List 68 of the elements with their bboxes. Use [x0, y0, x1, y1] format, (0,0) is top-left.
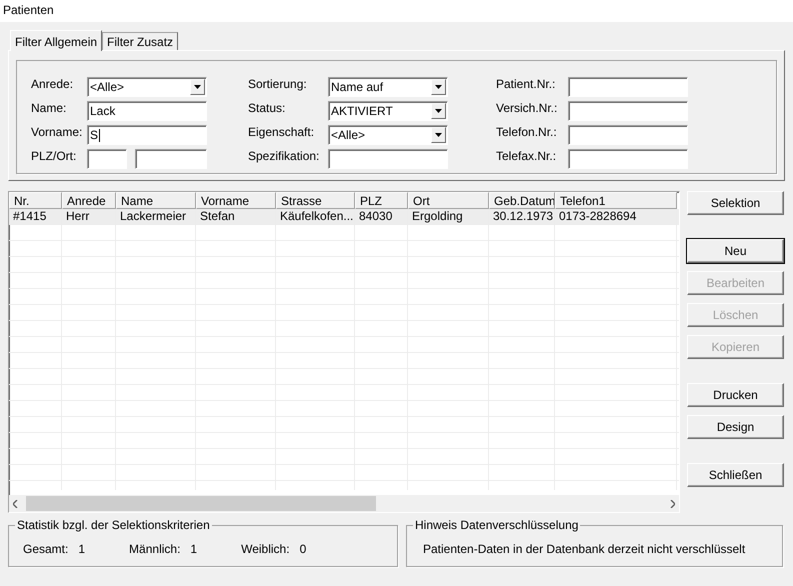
field-label: Telefax.Nr.: [496, 149, 558, 165]
dropdown-field[interactable]: AKTIVIERT [328, 101, 448, 121]
dropdown-field[interactable]: <Alle> [328, 125, 448, 145]
input-field[interactable]: Lack [87, 101, 207, 121]
table-cell: 30.12.1973 [489, 209, 555, 225]
action-button[interactable]: Drucken [687, 383, 784, 407]
field-label: Sortierung: [248, 77, 308, 93]
dropdown-arrow-icon [435, 85, 442, 89]
group-title: Statistik bzgl. der Selektionskriterien [15, 518, 212, 532]
column-header[interactable]: Nr. [9, 192, 62, 209]
column-header[interactable]: PLZ [355, 192, 408, 209]
table-row[interactable]: #1415 Herr Lackermeier Stefan Käufelkofen... 84030 Ergolding 30.12.1973 0173-2828694 [9, 209, 679, 225]
input-field[interactable] [568, 77, 688, 97]
action-button[interactable]: Selektion [687, 191, 784, 215]
tab[interactable]: Filter Allgemein [10, 30, 102, 51]
input-field[interactable] [568, 101, 688, 121]
action-button[interactable]: Neu [687, 239, 784, 263]
field-label: Patient.Nr.: [496, 77, 556, 93]
column-header[interactable]: Anrede [62, 192, 116, 209]
input-field[interactable]: S [87, 125, 207, 145]
field-label: Vorname: [31, 125, 84, 141]
field-label: Telefon.Nr.: [496, 125, 558, 141]
stat-value: 1 [78, 542, 86, 556]
field-label: Spezifikation: [248, 149, 320, 165]
column-header[interactable]: Telefon1 [555, 192, 677, 209]
field-label: Name: [31, 101, 68, 117]
horizontal-scrollbar[interactable] [9, 495, 679, 512]
table-cell: Käufelkofen... [276, 209, 355, 225]
stat-label: Weiblich: [241, 542, 290, 556]
dropdown-arrow-icon [435, 133, 442, 137]
column-header[interactable]: Strasse [276, 192, 355, 209]
stat-value: 0 [300, 542, 306, 556]
field-label: PLZ/Ort: [31, 149, 78, 165]
stat-value: 1 [190, 542, 198, 556]
scroll-left-icon[interactable] [13, 500, 18, 508]
dropdown-field[interactable]: <Alle> [87, 77, 207, 97]
input-field[interactable] [135, 149, 207, 169]
input-field[interactable] [568, 125, 688, 145]
table-cell: Lackermeier [116, 209, 196, 225]
action-button[interactable]: Design [687, 415, 784, 439]
input-field[interactable] [87, 149, 127, 169]
dropdown-field[interactable]: Name auf [328, 77, 448, 97]
column-header[interactable]: Name [116, 192, 196, 209]
group-title: Hinweis Datenverschlüsselung [413, 518, 580, 532]
input-field[interactable] [328, 149, 448, 169]
table-cell: 0173-2828694 [555, 209, 677, 225]
tab[interactable]: Filter Zusatz [102, 32, 178, 50]
field-label: Anrede: [31, 77, 74, 93]
input-field[interactable] [568, 149, 688, 169]
table-cell: #1415 [9, 209, 62, 225]
action-button[interactable]: Schließen [687, 463, 784, 487]
notice-text: Patienten-Daten in der Datenbank derzeit nicht verschlüsselt [423, 542, 746, 556]
dropdown-arrow-icon [194, 85, 201, 89]
field-label: Versich.Nr.: [496, 101, 558, 117]
dropdown-arrow-icon [435, 109, 442, 113]
stat-label: Männlich: [129, 542, 180, 556]
window-title: Patienten [2, 2, 54, 17]
field-label: Eigenschaft: [248, 125, 316, 141]
table-cell: 84030 [355, 209, 408, 225]
scroll-thumb[interactable] [26, 496, 376, 511]
scroll-right-icon[interactable] [670, 500, 675, 508]
stat-label: Gesamt: [23, 542, 68, 556]
table-cell: Herr [62, 209, 116, 225]
column-header[interactable]: Ort [408, 192, 489, 209]
column-header[interactable]: Vorname [196, 192, 276, 209]
table-cell: Stefan [196, 209, 276, 225]
field-label: Status: [248, 101, 286, 117]
table-cell: Ergolding [408, 209, 489, 225]
